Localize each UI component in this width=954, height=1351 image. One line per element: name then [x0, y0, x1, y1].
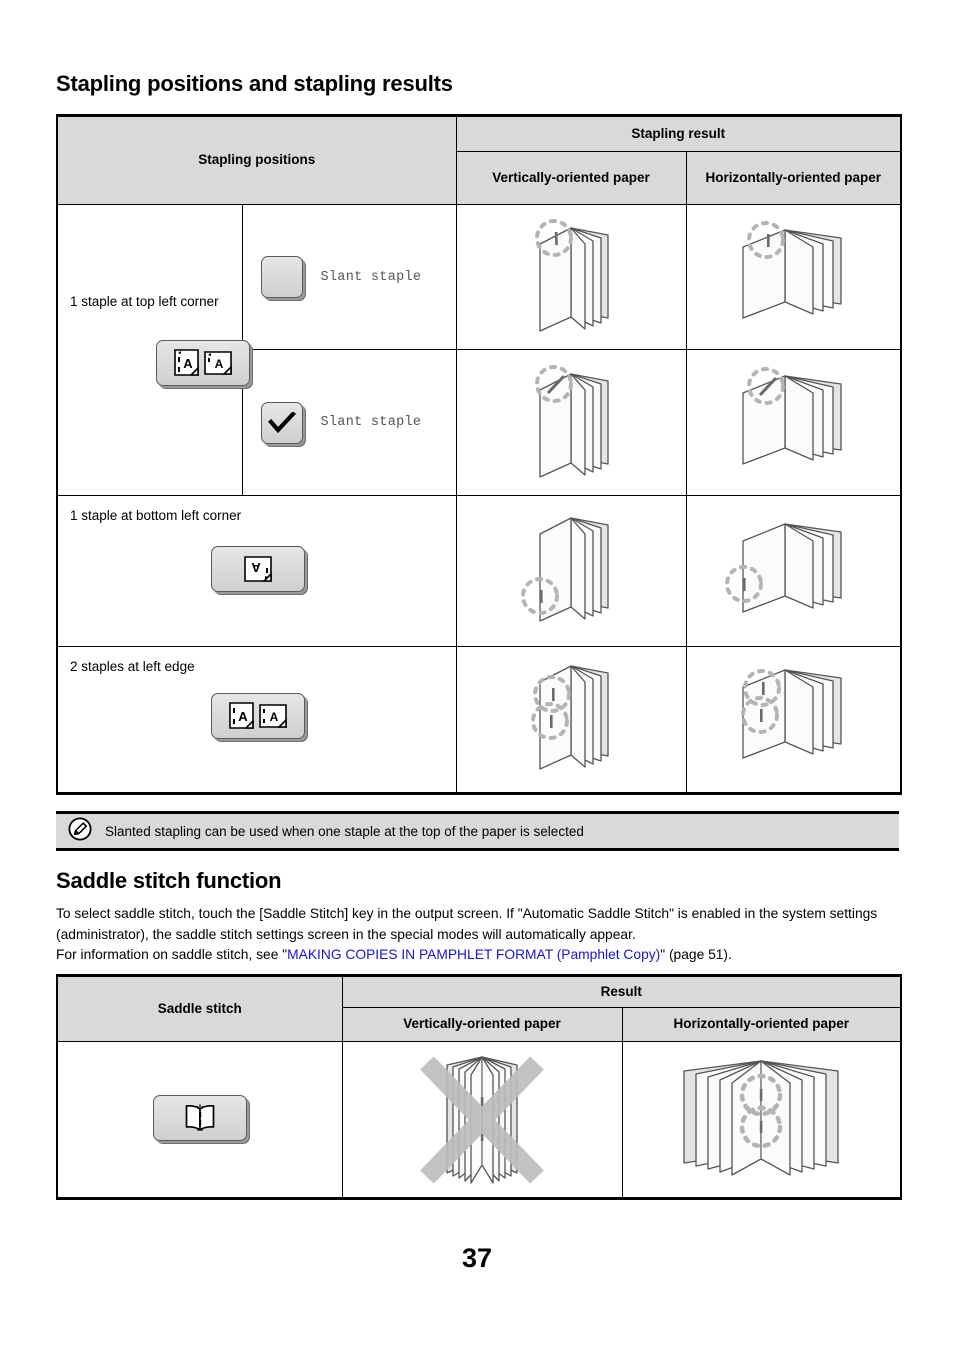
table-row-top-left-straight: 1 staple at top left corner A A Slant st… — [56, 204, 903, 496]
saddle-stitch-table: Saddle stitch Result Vertically-oriented… — [56, 974, 903, 1200]
saddle-paragraph-part1: To select saddle stitch, touch the [Sadd… — [56, 906, 878, 942]
two-pages-top-left-staple-icon: A A — [157, 341, 249, 385]
svg-text:A: A — [183, 356, 193, 371]
cell-result-top-straight-vertical — [455, 204, 687, 350]
pencil-note-icon — [68, 816, 92, 846]
booklet-slant-staple-top-vertical — [535, 364, 609, 478]
page-title-stapling: Stapling positions and stapling results — [56, 71, 453, 96]
booklet-straight-staple-bottom-horizontal — [725, 522, 842, 613]
checkbox-slant-staple-off[interactable] — [260, 256, 303, 298]
svg-text:A: A — [238, 709, 248, 724]
cell-result-top-slant-horizontal — [685, 349, 903, 496]
page-title-saddle: Saddle stitch function — [56, 868, 282, 893]
saddle-booklet-horizontal — [683, 1059, 839, 1176]
saddle-header-row-1: Saddle stitch Result — [56, 974, 903, 1042]
booklet-two-staples-left-vertical — [531, 665, 609, 770]
cell-result-two-staples-horizontal — [685, 646, 903, 795]
booklet-straight-staple-bottom-vertical — [521, 516, 609, 622]
checkbox-slant-staple-on[interactable] — [260, 401, 303, 444]
saddle-stitch-book-icon — [154, 1096, 246, 1140]
cell-position-two-staples: 2 staples at left edge A A — [56, 646, 457, 795]
cell-result-two-staples-vertical — [455, 646, 687, 795]
booklet-two-staples-left-horizontal — [741, 669, 842, 759]
saddle-booklet-vertical-crossed-out — [419, 1055, 544, 1184]
header-vertically-oriented-paper: Vertically-oriented paper — [455, 151, 687, 205]
cell-result-top-slant-vertical — [455, 349, 687, 496]
two-pages-two-staples-left-icon: A A — [212, 694, 304, 738]
cell-position-top-left: 1 staple at top left corner A A — [56, 204, 250, 496]
note-text: Slanted stapling can be used when one st… — [105, 823, 584, 839]
checked-checkbox-icon — [262, 403, 302, 443]
svg-text:A: A — [251, 560, 261, 575]
cell-saddle-button — [56, 1041, 343, 1200]
cell-saddle-result-horizontal — [621, 1041, 903, 1200]
page-number: 37 — [461, 1243, 493, 1273]
document-page: Stapling positions and stapling results … — [0, 0, 954, 1351]
header-saddle-stitch: Saddle stitch — [56, 974, 343, 1042]
cell-result-bottom-horizontal — [685, 495, 903, 647]
label-slant-staple-off: Slant staple — [320, 269, 422, 285]
pamphlet-copy-link[interactable]: MAKING COPIES IN PAMPHLET FORMAT (Pamphl… — [287, 947, 660, 962]
stapling-table: Stapling positions Stapling result Verti… — [56, 114, 903, 795]
saddle-content-row — [56, 1041, 903, 1200]
unchecked-checkbox-icon — [262, 257, 302, 297]
table-row-bottom-left: 1 staple at bottom left corner A — [56, 495, 903, 647]
saddle-paragraph-part2: For information on saddle stitch, see " — [56, 947, 288, 962]
key-bottom-left-staple[interactable]: A — [211, 546, 305, 592]
booklet-straight-staple-top-vertical — [535, 219, 609, 332]
header-horizontally-oriented-paper: Horizontally-oriented paper — [685, 151, 903, 205]
key-top-left-staple[interactable]: A A — [156, 340, 250, 386]
page-bottom-left-staple-icon: A — [212, 547, 304, 591]
header-stapling-result: Stapling result — [455, 114, 903, 152]
label-slant-staple-on: Slant staple — [320, 415, 422, 430]
svg-text:A: A — [270, 710, 279, 724]
table-row-two-staples-left: 2 staples at left edge A A — [56, 646, 903, 795]
row-label-top-left: 1 staple at top left corner — [70, 294, 219, 309]
header-saddle-result: Result — [341, 974, 903, 1008]
saddle-paragraph: To select saddle stitch, touch the [Sadd… — [56, 904, 906, 966]
header-stapling-positions: Stapling positions — [56, 114, 457, 205]
booklet-straight-staple-top-horizontal — [742, 221, 842, 319]
table-header-row-1: Stapling positions Stapling result — [56, 114, 903, 205]
key-saddle-stitch[interactable] — [152, 1095, 247, 1141]
row-label-bottom-left: 1 staple at bottom left corner — [70, 508, 242, 523]
saddle-paragraph-part3: " (page 51). — [660, 947, 732, 962]
cell-position-bottom-left: 1 staple at bottom left corner A — [56, 495, 457, 647]
cell-result-bottom-vertical — [455, 495, 687, 647]
note-bar: Slanted stapling can be used when one st… — [56, 811, 899, 851]
svg-text:A: A — [215, 357, 224, 371]
cell-saddle-result-vertical — [341, 1041, 623, 1200]
cell-option-slant-unchecked: Slant staple — [241, 204, 457, 350]
cell-option-slant-checked: Slant staple — [241, 349, 457, 496]
cell-result-top-straight-horizontal — [685, 204, 903, 350]
row-label-two-staples: 2 staples at left edge — [70, 659, 195, 674]
header-saddle-vertical: Vertically-oriented paper — [341, 1007, 623, 1042]
header-saddle-horizontal: Horizontally-oriented paper — [621, 1007, 903, 1042]
key-two-staples-left[interactable]: A A — [211, 693, 305, 739]
booklet-slant-staple-top-horizontal — [742, 366, 842, 465]
